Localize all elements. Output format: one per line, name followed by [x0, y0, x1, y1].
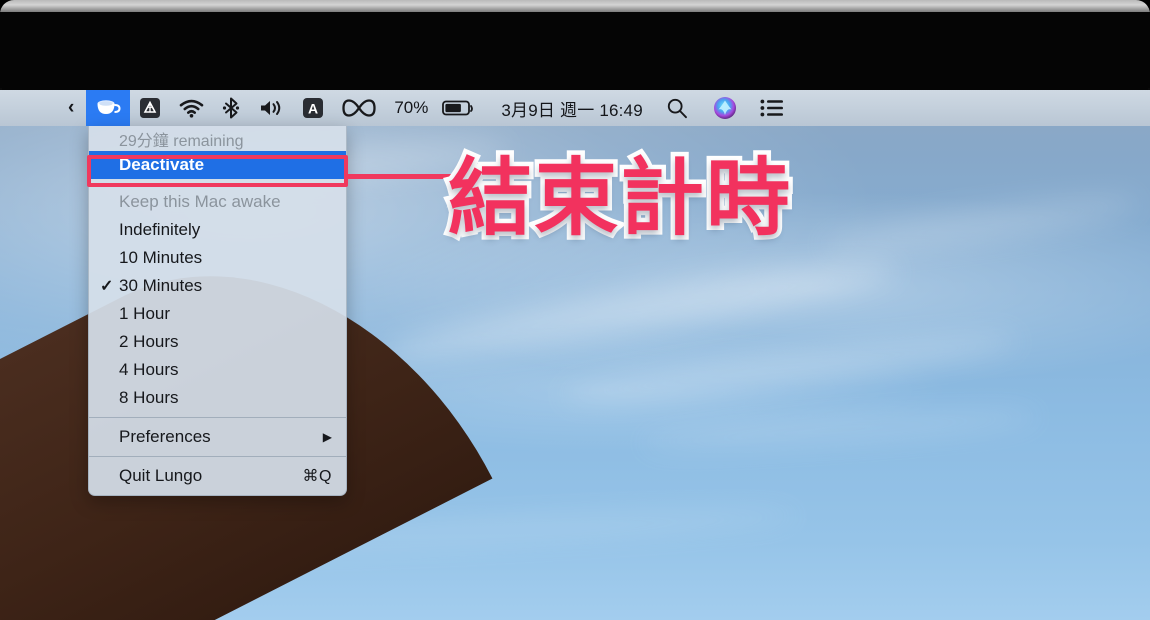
macos-menu-bar: ‹ A 70% 3月9日 週一 16:49	[0, 90, 1150, 126]
checkmark-icon: ✓	[100, 278, 114, 295]
wifi-icon	[179, 99, 204, 118]
submenu-arrow-icon: ▶	[322, 430, 332, 444]
menubar-back-chevron-icon[interactable]: ‹	[56, 90, 86, 126]
input-source-a-icon: A	[302, 97, 324, 119]
siri-icon	[713, 96, 737, 120]
menubar-volume-icon[interactable]	[249, 90, 293, 126]
menubar-clock[interactable]: 3月9日 週一 16:49	[483, 90, 650, 126]
coffee-cup-icon	[95, 97, 121, 119]
menu-gap	[89, 179, 346, 188]
control-center-icon	[760, 98, 784, 118]
menu-item-1-hour[interactable]: 1 Hour	[89, 300, 346, 328]
menu-item-label: 10 Minutes	[119, 248, 203, 267]
menubar-input-source-icon[interactable]: A	[293, 90, 333, 126]
menu-item-4-hours[interactable]: 4 Hours	[89, 356, 346, 384]
google-drive-icon	[139, 97, 161, 119]
menubar-bluetooth-icon[interactable]	[213, 90, 249, 126]
menu-item-shortcut: ⌘Q	[302, 468, 332, 485]
laptop-bezel	[0, 12, 1150, 92]
cloud-shape	[560, 327, 1020, 409]
battery-icon	[442, 99, 474, 117]
menubar-wifi-icon[interactable]	[170, 90, 213, 126]
menu-item-label: 1 Hour	[119, 304, 171, 323]
menu-item-8-hours[interactable]: 8 Hours	[89, 384, 346, 412]
menubar-control-center-icon[interactable]	[746, 90, 806, 126]
menubar-siri-icon[interactable]	[697, 90, 746, 126]
menu-item-quit-lungo[interactable]: Quit Lungo ⌘Q	[89, 462, 346, 490]
menu-separator	[89, 456, 346, 457]
menubar-google-drive-icon[interactable]	[130, 90, 170, 126]
menu-item-label: 30 Minutes	[119, 276, 203, 295]
menubar-search-icon[interactable]	[650, 90, 697, 126]
menu-item-status: 29分鐘 remaining	[119, 132, 244, 150]
lungo-dropdown-menu: 29分鐘 remaining Deactivate Keep this Mac …	[88, 126, 347, 496]
menubar-infinity-icon[interactable]	[333, 90, 385, 126]
menu-item-label: 4 Hours	[119, 360, 179, 379]
menu-item-label: 8 Hours	[119, 388, 179, 407]
cloud-shape	[380, 249, 900, 371]
menu-item-deactivate[interactable]: Deactivate	[89, 151, 346, 179]
search-icon	[666, 97, 688, 119]
menu-item-label: 2 Hours	[119, 332, 179, 351]
svg-text:A: A	[308, 101, 318, 117]
menu-item-10-minutes[interactable]: 10 Minutes	[89, 244, 346, 272]
menu-separator	[89, 417, 346, 418]
callout-connector-line	[345, 174, 461, 179]
menu-item-30-minutes[interactable]: ✓ 30 Minutes	[89, 272, 346, 300]
menubar-lungo-coffee-cup-icon[interactable]	[86, 90, 131, 126]
menubar-battery-percent[interactable]: 70%	[385, 90, 433, 126]
menu-item-label: Quit Lungo	[119, 466, 203, 485]
cloud-shape	[819, 187, 1141, 263]
menu-item-indefinitely[interactable]: Indefinitely	[89, 216, 346, 244]
bluetooth-icon	[222, 97, 240, 119]
infinity-icon	[342, 98, 376, 118]
menu-item-label: Indefinitely	[119, 220, 201, 239]
menubar-battery-icon[interactable]	[433, 90, 483, 126]
volume-icon	[258, 98, 284, 118]
menu-section-header-keep-awake: Keep this Mac awake	[119, 192, 281, 211]
menu-item-label: Preferences	[119, 427, 211, 446]
menu-item-preferences[interactable]: Preferences ▶	[89, 423, 346, 451]
annotation-text: 結束計時	[443, 149, 794, 247]
cloud-shape	[639, 406, 1041, 454]
menu-item-2-hours[interactable]: 2 Hours	[89, 328, 346, 356]
screenshot-stage: ‹ A 70% 3月9日 週一 16:49 29分鐘 remaining Dea…	[0, 0, 1150, 620]
